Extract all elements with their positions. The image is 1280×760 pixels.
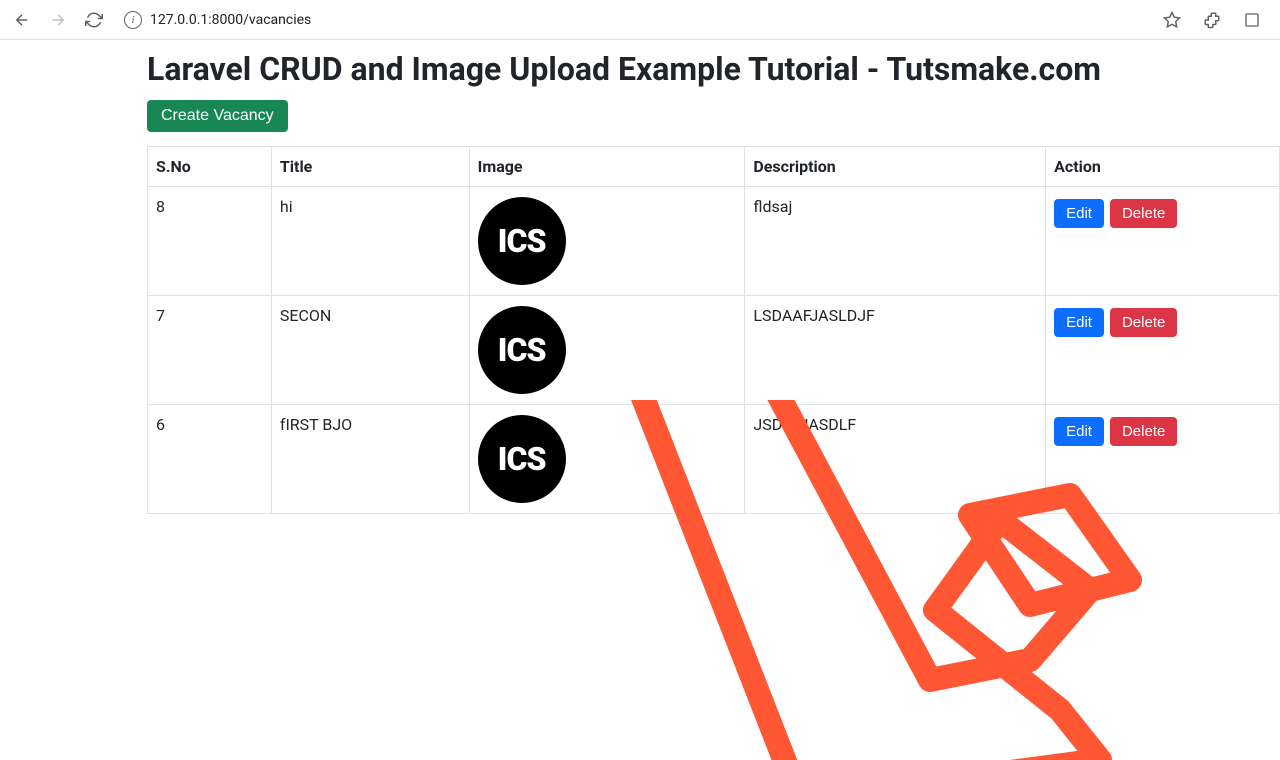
cell-image: ICS [469,405,745,514]
delete-button[interactable]: Delete [1110,308,1177,337]
header-description: Description [745,147,1046,187]
site-info-icon[interactable]: i [124,11,142,29]
delete-button[interactable]: Delete [1110,417,1177,446]
header-title: Title [271,147,469,187]
reload-button[interactable] [80,6,108,34]
cell-sno: 6 [148,405,272,514]
cell-sno: 8 [148,187,272,296]
header-image: Image [469,147,745,187]
edit-button[interactable]: Edit [1054,199,1104,228]
cell-description: JSDFLJASDLF [745,405,1046,514]
header-action: Action [1046,147,1280,187]
delete-button[interactable]: Delete [1110,199,1177,228]
cell-sno: 7 [148,296,272,405]
ics-logo-icon: ICS [478,197,566,285]
url-text: 127.0.0.1:8000/vacancies [150,12,311,28]
back-button[interactable] [8,6,36,34]
address-bar[interactable]: i 127.0.0.1:8000/vacancies [116,5,1150,35]
table-row: 8 hi ICS fldsaj Edit Delete [148,187,1280,296]
cell-image: ICS [469,296,745,405]
cell-description: LSDAAFJASLDJF [745,296,1046,405]
forward-button[interactable] [44,6,72,34]
edit-button[interactable]: Edit [1054,308,1104,337]
browser-toolbar: i 127.0.0.1:8000/vacancies [0,0,1280,40]
cell-action: Edit Delete [1046,405,1280,514]
cell-description: fldsaj [745,187,1046,296]
bookmark-icon[interactable] [1158,6,1186,34]
cell-image: ICS [469,187,745,296]
cell-title: SECON [271,296,469,405]
cell-title: fIRST BJO [271,405,469,514]
table-row: 7 SECON ICS LSDAAFJASLDJF Edit Delete [148,296,1280,405]
ics-logo-icon: ICS [478,415,566,503]
cell-action: Edit Delete [1046,187,1280,296]
ics-logo-icon: ICS [478,306,566,394]
page-title: Laravel CRUD and Image Upload Example Tu… [147,50,1280,88]
table-row: 6 fIRST BJO ICS JSDFLJASDLF Edit Delete [148,405,1280,514]
edit-button[interactable]: Edit [1054,417,1104,446]
table-header-row: S.No Title Image Description Action [148,147,1280,187]
extensions-icon[interactable] [1198,6,1226,34]
create-vacancy-button[interactable]: Create Vacancy [147,100,288,132]
window-icon[interactable] [1238,6,1266,34]
header-sno: S.No [148,147,272,187]
page-content: Laravel CRUD and Image Upload Example Tu… [0,40,1280,514]
cell-action: Edit Delete [1046,296,1280,405]
vacancies-table: S.No Title Image Description Action 8 hi… [147,146,1280,514]
cell-title: hi [271,187,469,296]
